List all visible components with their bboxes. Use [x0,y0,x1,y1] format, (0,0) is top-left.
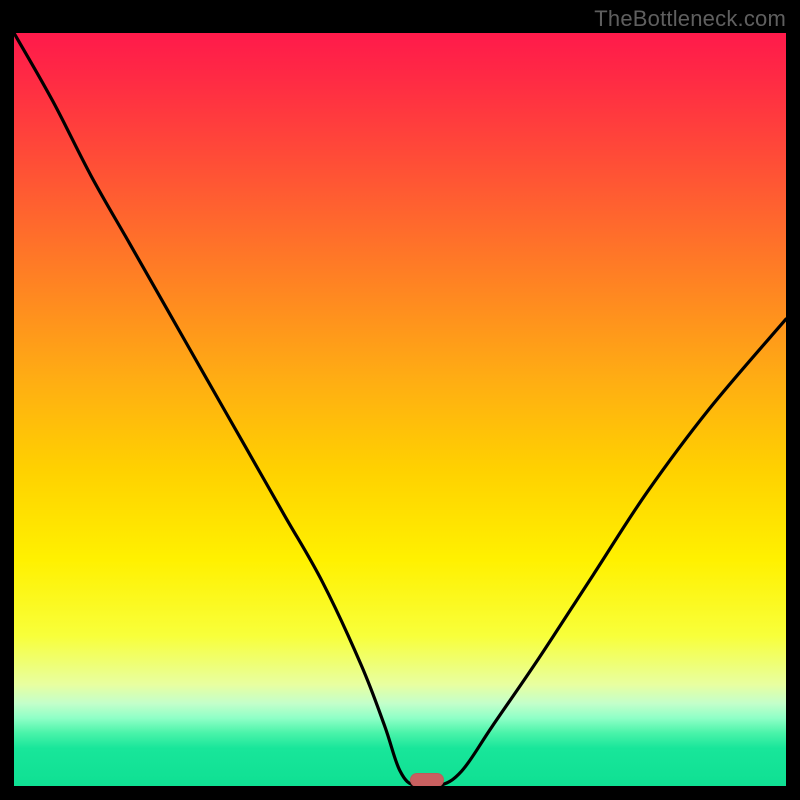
bottleneck-curve [14,33,786,786]
bottleneck-curve-path [14,33,786,786]
plot-area [14,33,786,786]
chart-frame: TheBottleneck.com [0,0,800,800]
watermark-text: TheBottleneck.com [594,6,786,32]
optimal-point-marker [410,773,444,786]
